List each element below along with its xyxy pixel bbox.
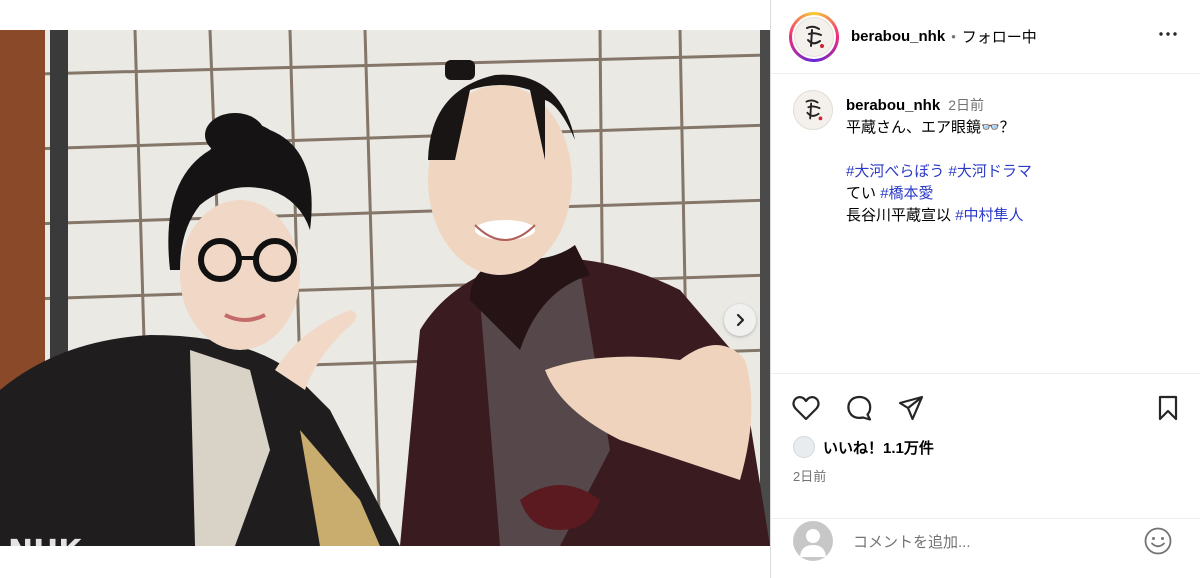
chevron-right-icon (733, 313, 747, 327)
likes-count[interactable]: いいね！1.1万件 (823, 437, 934, 458)
caption-text: berabou_nhk 2日前 平蔵さん、エア眼鏡👓？ #大河べらぼう #大河ドラ… (846, 94, 1186, 227)
post-side-panel: berabou_nhk • フォロー中 berabou_nhk 2日前 平蔵さん、… (770, 0, 1200, 578)
following-button[interactable]: フォロー中 (962, 26, 1037, 47)
hashtag-link[interactable]: #橋本愛 (880, 185, 933, 202)
emoji-icon[interactable] (1143, 526, 1173, 561)
post-photo[interactable]: NHK (0, 30, 770, 546)
caption-username[interactable]: berabou_nhk (846, 97, 940, 114)
comment-bar (771, 518, 1200, 578)
bookmark-icon[interactable] (1155, 394, 1181, 427)
header-username[interactable]: berabou_nhk (851, 28, 945, 45)
heart-icon[interactable] (791, 394, 821, 427)
hashtag-link[interactable]: #中村隼人 (955, 207, 1023, 224)
post-time[interactable]: 2日前 (793, 466, 826, 485)
likes-row: いいね！1.1万件 (793, 436, 934, 458)
post-header: berabou_nhk • フォロー中 (771, 0, 1200, 74)
next-photo-button[interactable] (724, 304, 756, 336)
action-section: いいね！1.1万件 2日前 (771, 373, 1200, 518)
caption-avatar[interactable] (793, 90, 833, 130)
caption-role: てい (846, 185, 877, 202)
liker-avatar (793, 436, 815, 458)
photo-illustration (0, 30, 770, 546)
caption-line: 平蔵さん、エア眼鏡👓？ (846, 119, 1015, 136)
caption-time[interactable]: 2日前 (948, 97, 984, 113)
comment-input[interactable] (851, 529, 1135, 555)
user-avatar (793, 521, 833, 561)
comment-icon[interactable] (845, 394, 873, 427)
hashtag-link[interactable]: #大河べらぼう (846, 163, 944, 180)
hashtag-link[interactable]: #大河ドラマ (949, 163, 1032, 180)
send-icon[interactable] (897, 394, 925, 427)
nhk-watermark: NHK (8, 534, 81, 546)
account-avatar[interactable] (789, 11, 839, 62)
header-separator: • (951, 29, 956, 44)
caption-role: 長谷川平蔵宣以 (846, 207, 952, 224)
avatar-image (794, 16, 834, 57)
more-icon[interactable] (1152, 18, 1184, 55)
